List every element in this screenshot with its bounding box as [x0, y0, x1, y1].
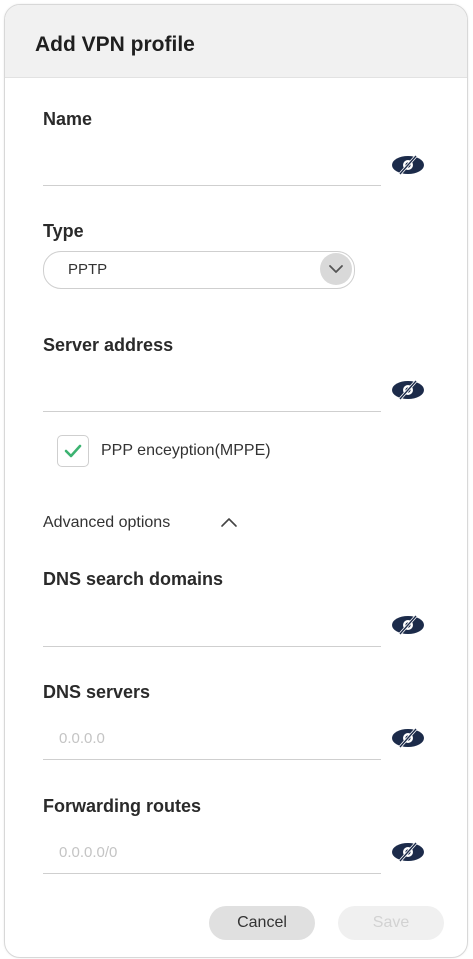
dialog-title: Add VPN profile — [35, 33, 195, 56]
dialog-header: Add VPN profile — [5, 5, 467, 78]
dns-search-domains-input[interactable] — [43, 611, 379, 639]
chevron-down-icon[interactable] — [320, 253, 352, 285]
dns-search-domains-underline — [43, 646, 381, 647]
forwarding-routes-input[interactable] — [43, 838, 379, 866]
dns-servers-label: DNS servers — [43, 682, 151, 702]
type-select[interactable]: PPTP — [43, 251, 355, 289]
dns-servers-input[interactable] — [43, 724, 379, 752]
cancel-button[interactable]: Cancel — [209, 906, 315, 940]
chevron-up-icon[interactable] — [220, 515, 238, 529]
ppp-encryption-label[interactable]: PPP enceyption(MPPE) — [101, 442, 271, 460]
name-input[interactable] — [43, 151, 379, 179]
name-underline — [43, 185, 381, 186]
dns-servers-underline — [43, 759, 381, 760]
forwarding-routes-underline — [43, 873, 381, 874]
save-button[interactable]: Save — [338, 906, 444, 940]
eye-slash-icon[interactable] — [390, 727, 426, 749]
dns-search-domains-label: DNS search domains — [43, 569, 224, 589]
server-address-label: Server address — [43, 335, 174, 355]
eye-slash-icon[interactable] — [390, 614, 426, 636]
vpn-dialog: Add VPN profile Name Type PPTP Server ad… — [4, 4, 468, 958]
advanced-options-toggle[interactable]: Advanced options — [43, 514, 170, 532]
eye-slash-icon[interactable] — [390, 154, 426, 176]
server-address-input[interactable] — [43, 377, 379, 405]
eye-slash-icon[interactable] — [390, 841, 426, 863]
forwarding-routes-label: Forwarding routes — [43, 796, 202, 816]
check-icon — [64, 444, 82, 458]
name-label: Name — [43, 109, 93, 129]
eye-slash-icon[interactable] — [390, 379, 426, 401]
ppp-encryption-checkbox[interactable] — [57, 435, 89, 467]
type-select-value: PPTP — [68, 261, 108, 278]
type-label: Type — [43, 221, 84, 241]
server-address-underline — [43, 411, 381, 412]
